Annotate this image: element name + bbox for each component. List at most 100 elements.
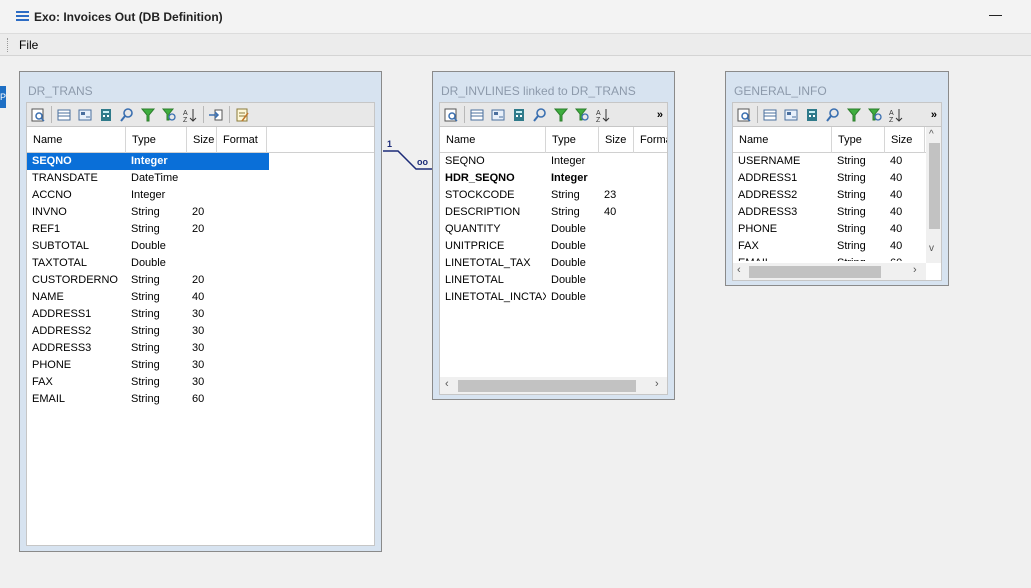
table-grid[interactable]: Name Type Size USERNAME String 40 ADDRESS1 Str…	[732, 126, 942, 281]
cell-format	[217, 357, 267, 374]
cell-size: 40	[192, 291, 205, 303]
table-row[interactable]: STOCKCODE String 23	[440, 187, 667, 204]
sort-az-icon[interactable]: AZ	[888, 107, 904, 124]
table-row[interactable]: LINETOTAL_TAX Double	[440, 255, 667, 272]
sort-az-icon[interactable]: AZ	[182, 107, 198, 124]
scroll-right-icon[interactable]: ›	[913, 264, 917, 276]
table-row[interactable]: ADDRESS3 String 40	[733, 204, 941, 221]
table-row[interactable]: EMAILString60	[27, 391, 374, 408]
cell-size	[187, 238, 217, 255]
filter-search-icon[interactable]	[867, 107, 883, 123]
column-header-size[interactable]: Size	[599, 127, 634, 153]
scroll-thumb[interactable]	[458, 380, 636, 392]
scroll-thumb[interactable]	[749, 266, 881, 278]
notes-icon[interactable]	[234, 107, 250, 123]
print-preview-icon[interactable]	[443, 107, 459, 123]
cell-forma	[634, 170, 667, 187]
table-row[interactable]: PHONE String 30	[27, 357, 374, 374]
column-header-format[interactable]: Format	[217, 127, 267, 153]
table-panel-dr-trans[interactable]: DR_TRANS AZ Name Type Size Format SEQNO Inte…	[19, 71, 382, 552]
table-row[interactable]: LINETOTAL_INCTAX Double	[440, 289, 667, 306]
table-row[interactable]: TRANSDATE DateTime	[27, 170, 374, 187]
table-row[interactable]: SUBTOTAL Double	[27, 238, 374, 255]
minimize-button[interactable]: —	[989, 8, 1003, 21]
table-row[interactable]: FAX String 40	[733, 238, 941, 255]
table-row[interactable]: SEQNO Integer	[27, 153, 374, 170]
form-view-icon[interactable]	[77, 107, 93, 123]
table-row[interactable]: ADDRESS2 String 30	[27, 323, 374, 340]
form-view-icon[interactable]	[783, 107, 799, 123]
table-view-icon[interactable]	[469, 107, 485, 123]
table-row[interactable]: ACCNO Integer	[27, 187, 374, 204]
cell-name: ADDRESS3	[738, 206, 798, 218]
table-row[interactable]: ADDRESS2 String 40	[733, 187, 941, 204]
sort-az-icon[interactable]: AZ	[595, 107, 611, 124]
table-row[interactable]: INVNO String 20	[27, 204, 374, 221]
table-row[interactable]: CUSTORDERNO String 20	[27, 272, 374, 289]
scroll-up-icon[interactable]: ^	[929, 129, 934, 140]
table-row[interactable]: TAXTOTAL Double	[27, 255, 374, 272]
table-row[interactable]: UNITPRICE Double	[440, 238, 667, 255]
table-row[interactable]: ADDRESS1 String 40	[733, 170, 941, 187]
toolbar-overflow-icon[interactable]: »	[931, 109, 937, 121]
column-header-size[interactable]: Size	[885, 127, 925, 153]
toolbar-separator	[229, 106, 230, 123]
column-header-forma[interactable]: Forma	[634, 127, 667, 153]
horizontal-scrollbar[interactable]: ‹ ›	[733, 263, 926, 280]
filter-search-icon[interactable]	[161, 107, 177, 123]
print-preview-icon[interactable]	[736, 107, 752, 123]
table-row[interactable]: LINETOTAL Double	[440, 272, 667, 289]
table-row[interactable]: ADDRESS1 String 30	[27, 306, 374, 323]
table-row[interactable]: HDR_SEQNO Integer	[440, 170, 667, 187]
table-toolbar: AZ	[26, 102, 375, 126]
table-row[interactable]: ADDRESS3 String 30	[27, 340, 374, 357]
table-view-icon[interactable]	[56, 107, 72, 123]
menu-file[interactable]: File	[19, 38, 38, 52]
scroll-left-icon[interactable]: ‹	[445, 378, 449, 390]
table-row[interactable]: EMAILString60	[733, 255, 941, 261]
table-row[interactable]: FAX String 30	[27, 374, 374, 391]
scroll-down-icon[interactable]: v	[929, 243, 934, 254]
calculator-icon[interactable]	[98, 107, 114, 123]
side-tab[interactable]: P	[0, 86, 6, 108]
table-row[interactable]: USERNAME String 40	[733, 153, 941, 170]
filter-icon[interactable]	[846, 107, 862, 123]
table-grid[interactable]: NameTypeSizeForma SEQNO Integer HDR_SEQNO I…	[439, 126, 668, 395]
app-menu-icon[interactable]	[16, 11, 29, 21]
column-header-name[interactable]: Name	[733, 127, 832, 153]
column-header-size[interactable]: Size	[187, 127, 217, 153]
calculator-icon[interactable]	[804, 107, 820, 123]
filter-icon[interactable]	[553, 107, 569, 123]
export-icon[interactable]	[208, 107, 224, 123]
table-row[interactable]: QUANTITY Double	[440, 221, 667, 238]
horizontal-scrollbar[interactable]: ‹ ›	[440, 377, 667, 394]
scroll-right-icon[interactable]: ›	[655, 378, 659, 390]
table-row[interactable]: DESCRIPTION String 40	[440, 204, 667, 221]
column-header-type[interactable]: Type	[546, 127, 599, 153]
print-preview-icon[interactable]	[30, 107, 46, 123]
table-row[interactable]: SEQNO Integer	[440, 153, 667, 170]
column-header-name[interactable]: Name	[440, 127, 546, 153]
table-title: GENERAL_INFO	[734, 84, 827, 98]
filter-search-icon[interactable]	[574, 107, 590, 123]
search-icon[interactable]	[119, 107, 135, 123]
form-view-icon[interactable]	[490, 107, 506, 123]
column-header-name[interactable]: Name	[27, 127, 126, 153]
column-header-type[interactable]: Type	[126, 127, 187, 153]
column-header-type[interactable]: Type	[832, 127, 885, 153]
filter-icon[interactable]	[140, 107, 156, 123]
table-row[interactable]: REF1 String 20	[27, 221, 374, 238]
vertical-scrollbar[interactable]: ^ v	[926, 127, 941, 263]
table-grid[interactable]: Name Type Size Format SEQNO Integer TRANSDATE…	[26, 126, 375, 546]
scroll-left-icon[interactable]: ‹	[737, 264, 741, 276]
table-panel-general-info[interactable]: GENERAL_INFO A Z » Name Type Size USERNAME St…	[725, 71, 949, 286]
search-icon[interactable]	[532, 107, 548, 123]
scroll-thumb[interactable]	[929, 143, 940, 229]
table-panel-dr-invlines[interactable]: DR_INVLINES linked to DR_TRANS A Z » Name T…	[432, 71, 675, 400]
toolbar-overflow-icon[interactable]: »	[657, 109, 663, 121]
table-row[interactable]: PHONE String 40	[733, 221, 941, 238]
table-row[interactable]: NAME String 40	[27, 289, 374, 306]
search-icon[interactable]	[825, 107, 841, 123]
calculator-icon[interactable]	[511, 107, 527, 123]
table-view-icon[interactable]	[762, 107, 778, 123]
